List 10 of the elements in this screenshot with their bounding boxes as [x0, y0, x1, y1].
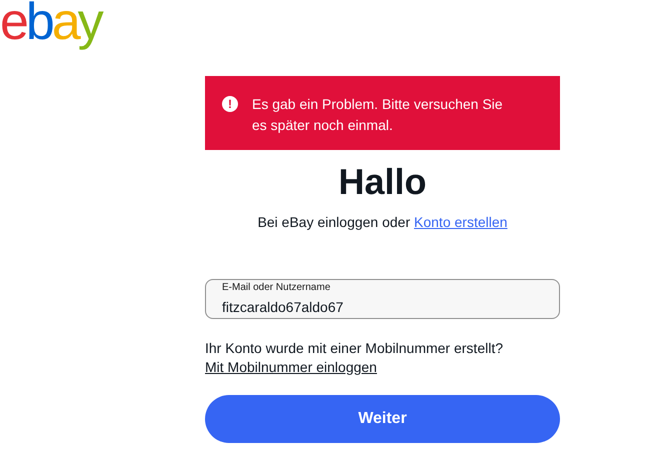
mobile-question: Ihr Konto wurde mit einer Mobilnummer erstellt?	[205, 339, 504, 358]
mobile-login-link[interactable]: Mit Mobilnummer einloggen	[205, 358, 377, 376]
field-label: E-Mail oder Nutzername	[222, 282, 330, 294]
alert-icon: !	[222, 96, 238, 112]
continue-button[interactable]: Weiter	[205, 395, 560, 443]
error-message: Es gab ein Problem. Bitte versuchen Sie es später noch einmal.	[252, 95, 504, 135]
create-account-link[interactable]: Konto erstellen	[414, 214, 508, 230]
ebay-logo[interactable]: ebay	[0, 0, 101, 48]
heading: Hallo	[338, 160, 426, 204]
subtitle: Bei eBay einloggen oder Konto erstellen	[258, 213, 508, 232]
